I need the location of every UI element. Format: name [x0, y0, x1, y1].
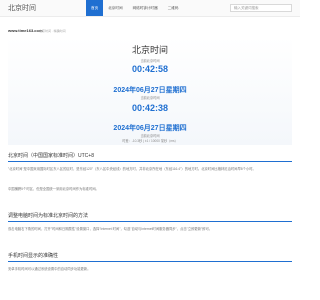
clock-date-primary: 2024年06月27日星期四: [113, 87, 187, 94]
section-paragraph: 中国横跨5个时区，但是全国统一采用北京时间作为标准时间。: [8, 187, 99, 191]
nav-item-home[interactable]: 首页: [86, 0, 104, 16]
nav-item-beijing-time[interactable]: 北京时间: [103, 0, 127, 16]
section-beijing-time: 北京时间（中国国家标准时间）UTC+8: [8, 152, 292, 162]
top-bar: 北京时间 首页 北京时间 网络时钟计时器 二维码 输入关键词搜索: [0, 0, 300, 17]
clock-date-secondary: 2024年06月27日星期四: [113, 125, 187, 132]
domain-note: 北京时间 · 精确时间: [39, 28, 66, 33]
section-paragraph: 安卓手机时间可以通过系统设置中的自动同步功能更新。: [8, 267, 91, 271]
section-title: 北京时间（中国国家标准时间）UTC+8: [8, 153, 94, 159]
section-adjust-time: 调整电脑时间为标准北京时间的方法: [8, 212, 292, 222]
section-divider: [8, 221, 292, 222]
clock-title: 北京时间: [131, 45, 168, 55]
clock-label-primary: 当前北京时间: [140, 59, 160, 63]
search-input[interactable]: 输入关键词搜索: [230, 4, 292, 12]
clock-offset-text: 时差：-10.3秒 | ±1 / 10000 毫秒（ms）: [122, 139, 178, 143]
clock-time-primary: 00:42:58: [131, 64, 169, 74]
section-title: 手机时间显示的准确性: [8, 253, 59, 259]
nav-item-online-clock[interactable]: 网络时钟计时器: [128, 0, 163, 16]
section-title: 调整电脑时间为标准北京时间的方法: [8, 213, 89, 219]
section-phone-time: 手机时间显示的准确性: [8, 252, 292, 262]
section-divider: [8, 261, 292, 262]
clock-time-secondary: 00:42:38: [131, 103, 169, 113]
section-paragraph: "北京时间"是中国采用国际时区东八区的区时，是东经120°（东八区中央经线）的地…: [8, 167, 256, 171]
section-divider: [8, 161, 292, 162]
clock-panel: 北京时间 当前北京时间 00:42:58 2024年06月27日星期四 当前北京…: [8, 37, 292, 145]
site-logo[interactable]: 北京时间: [8, 3, 36, 13]
nav-item-qrcode[interactable]: 二维码: [163, 0, 184, 16]
site-domain[interactable]: www.time163.com: [8, 28, 43, 33]
main-nav: 首页 北京时间 网络时钟计时器 二维码: [86, 0, 184, 16]
section-paragraph: 双击电脑右下角的时间，打开"时间和日期属性"设置窗口，选择"Internet 时…: [8, 227, 213, 231]
clock-label-secondary: 当前北京时间: [140, 96, 160, 100]
